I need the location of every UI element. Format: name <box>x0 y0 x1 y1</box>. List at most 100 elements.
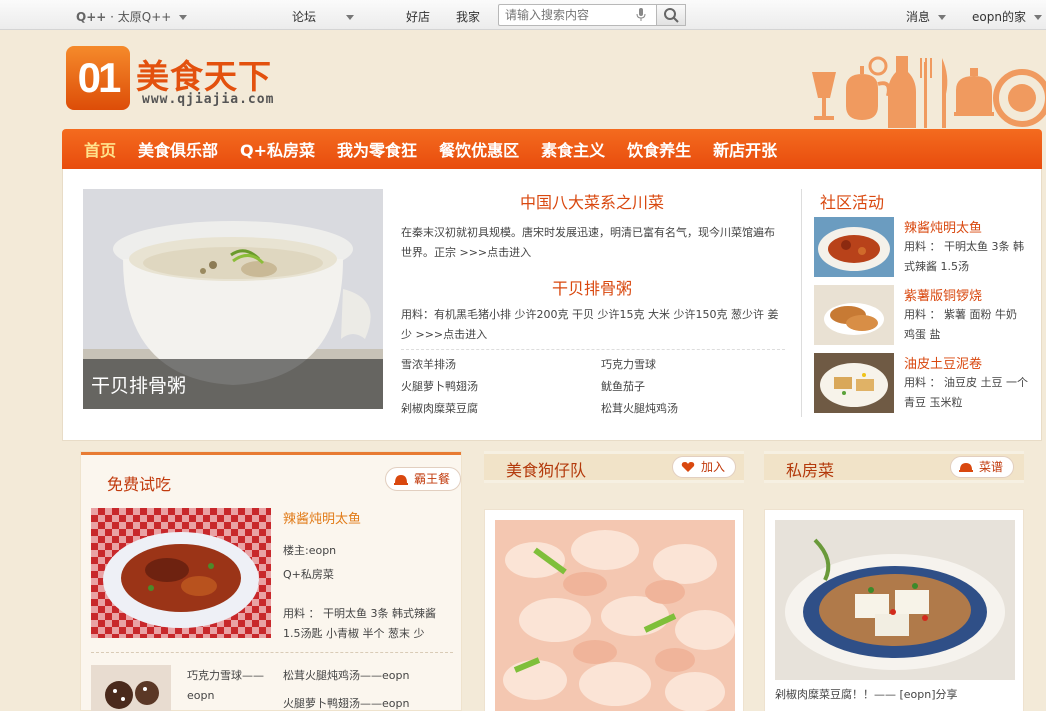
community-item[interactable]: 辣酱炖明太鱼 用料 ： 干明太鱼 3条 韩式辣酱 1.5汤 <box>814 217 1034 279</box>
user-home-menu[interactable]: eopn的家 <box>972 8 1042 25</box>
community-item-title[interactable]: 辣酱炖明太鱼 <box>904 217 982 236</box>
community-item-thumbnail[interactable] <box>814 353 894 413</box>
community-activities: 社区活动 辣酱炖明太鱼 用料 ： 干明太鱼 3条 韩式辣酱 1.5汤 紫薯版铜锣… <box>801 189 1033 417</box>
private-kitchen-photo[interactable] <box>775 520 1015 680</box>
top-nav-forum[interactable]: 论坛 <box>292 8 380 25</box>
bawangcan-button[interactable]: 霸王餐 <box>385 467 461 491</box>
search-input[interactable] <box>505 5 635 25</box>
nav-item-new-stores[interactable]: 新店开张 <box>713 137 777 161</box>
tofu-dish-photo <box>775 520 1015 680</box>
top-nav-forum-label: 论坛 <box>292 10 317 24</box>
search-button[interactable] <box>656 4 686 26</box>
city-label: 太原Q++ <box>117 10 172 24</box>
free-trial-list: 巧克力雪球—— eopn 松茸火腿炖鸡汤——eopn 火腿萝卜鸭翅汤——eopn <box>91 652 453 711</box>
join-button[interactable]: 加入 <box>672 456 737 478</box>
search-box <box>498 4 686 26</box>
private-kitchen-header: 私房菜 菜谱 <box>764 451 1024 483</box>
top-nav-shops[interactable]: 好店 <box>406 8 430 25</box>
fish-stew-photo <box>91 508 271 638</box>
site-logo-title[interactable]: 美食天下 <box>136 50 272 98</box>
feature-title-2[interactable]: 干贝排骨粥 <box>401 275 783 299</box>
feature-link[interactable]: 火腿萝卜鸭翅汤 <box>401 378 601 396</box>
community-item-desc: 用料 ： 干明太鱼 3条 韩式辣酱 1.5汤 <box>904 240 1024 273</box>
feature-text-2: 用料：有机黑毛猪小排 少许200克 干贝 少许15克 大米 少许150克 葱少许… <box>401 305 783 345</box>
foodie-section: 美食狗仔队 加入 <box>484 451 744 711</box>
user-home-label: eopn的家 <box>972 10 1026 24</box>
feature-link[interactable]: 松茸火腿炖鸡汤 <box>601 400 785 418</box>
community-item-thumbnail[interactable] <box>814 285 894 345</box>
free-trial-list-title[interactable]: 巧克力雪球—— <box>187 667 264 683</box>
chevron-down-icon <box>1033 15 1042 20</box>
foodie-card[interactable] <box>484 509 744 711</box>
shrimp-dish-photo <box>495 520 735 711</box>
foodie-photo[interactable] <box>495 520 735 711</box>
free-trial-item[interactable]: 辣酱炖明太鱼 楼主:eopn Q+私房菜 用料 ： 干明太鱼 3条 韩式辣酱 1… <box>91 508 453 640</box>
tofu-roll-photo <box>814 353 894 413</box>
top-bar: Q++ · 太原Q++ 论坛 好店 我家 游戏 消息 eopn的家 <box>0 0 1046 30</box>
feature-links: 雪浓羊排汤 巧克力雪球 火腿萝卜鸭翅汤 鱿鱼茄子 剁椒肉糜菜豆腐 松茸火腿炖鸡汤 <box>401 349 785 418</box>
private-kitchen-caption-user[interactable]: [eopn]分享 <box>900 688 958 701</box>
private-kitchen-caption: 剁椒肉糜菜豆腐！！—— [eopn]分享 <box>775 686 958 702</box>
messages-menu[interactable]: 消息 <box>906 8 946 25</box>
top-nav-home[interactable]: 我家 <box>456 8 480 25</box>
free-trial-photo[interactable] <box>91 508 271 638</box>
fish-dish-photo <box>814 217 894 277</box>
heart-icon <box>681 462 695 472</box>
community-item-title[interactable]: 紫薯版铜锣烧 <box>904 285 982 304</box>
dot-separator: · <box>110 10 118 24</box>
brand-label: Q++ <box>76 10 107 24</box>
free-trial-title: 免费试吃 <box>107 475 172 494</box>
private-kitchen-section: 私房菜 菜谱 剁椒肉糜菜豆腐！！—— [eopn]分享 <box>764 451 1024 711</box>
chocolate-snowball-thumbnail[interactable] <box>91 665 171 711</box>
dish-cover-icon <box>959 463 973 472</box>
free-trial-list-user[interactable]: eopn <box>187 689 214 702</box>
city-selector[interactable]: Q++ · 太原Q++ <box>76 8 188 25</box>
feature-article: 中国八大菜系之川菜 在秦末汉初就初具规模。唐宋时发展迅速，明清已富有名气，现今川… <box>401 189 783 345</box>
private-kitchen-title: 私房菜 <box>786 461 835 480</box>
free-trial-item-title[interactable]: 辣酱炖明太鱼 <box>283 508 361 527</box>
free-trial-list-title[interactable]: 松茸火腿炖鸡汤——eopn <box>283 667 409 683</box>
featured-panel: 干贝排骨粥 中国八大菜系之川菜 在秦末汉初就初具规模。唐宋时发展迅速，明清已富有… <box>62 169 1042 441</box>
nav-item-dining-deals[interactable]: 餐饮优惠区 <box>439 137 519 161</box>
feature-link[interactable]: 雪浓羊排汤 <box>401 356 601 374</box>
feature-link[interactable]: 鱿鱼茄子 <box>601 378 785 396</box>
site-logo-badge[interactable]: 01 <box>66 46 130 110</box>
nav-item-home[interactable]: 首页 <box>84 137 116 161</box>
nav-item-private-kitchen[interactable]: Q+私房菜 <box>240 137 315 161</box>
chevron-down-icon <box>346 15 355 20</box>
community-title: 社区活动 <box>820 193 885 212</box>
community-item[interactable]: 油皮土豆泥卷 用料 ： 油豆皮 土豆 一个 青豆 玉米粒 <box>814 353 1034 415</box>
private-kitchen-card[interactable]: 剁椒肉糜菜豆腐！！—— [eopn]分享 <box>764 509 1024 711</box>
foodie-header: 美食狗仔队 加入 <box>484 451 744 483</box>
nav-item-health[interactable]: 饮食养生 <box>627 137 691 161</box>
nav-item-snacks[interactable]: 我为零食狂 <box>337 137 417 161</box>
nav-item-vegetarian[interactable]: 素食主义 <box>541 137 605 161</box>
free-trial-header: 免费试吃 霸王餐 <box>81 452 461 504</box>
featured-slider[interactable]: 干贝排骨粥 <box>83 189 383 409</box>
feature-more-link[interactable]: >>>点击进入 <box>460 246 532 259</box>
slider-caption: 干贝排骨粥 <box>83 359 383 409</box>
free-trial-list-title[interactable]: 火腿萝卜鸭翅汤——eopn <box>283 695 409 711</box>
feature-link[interactable]: 剁椒肉糜菜豆腐 <box>401 400 601 418</box>
recipes-label: 菜谱 <box>979 460 1004 474</box>
feature-body: 在秦末汉初就初具规模。唐宋时发展迅速，明清已富有名气，现今川菜馆遍布世界。正宗 <box>401 226 775 259</box>
feature-link[interactable]: 巧克力雪球 <box>601 356 785 374</box>
dish-cover-icon <box>394 475 408 485</box>
search-icon <box>664 8 679 23</box>
tableware-decoration <box>812 56 1046 128</box>
private-kitchen-caption-text[interactable]: 剁椒肉糜菜豆腐！！—— <box>775 688 896 701</box>
community-item-desc: 用料 ： 紫薯 面粉 牛奶 鸡蛋 盐 <box>904 308 1017 341</box>
community-item-thumbnail[interactable] <box>814 217 894 277</box>
free-trial-category[interactable]: Q+私房菜 <box>283 566 334 582</box>
messages-label: 消息 <box>906 10 931 24</box>
nav-item-food-club[interactable]: 美食俱乐部 <box>138 137 218 161</box>
dorayaki-photo <box>814 285 894 345</box>
slider-caption-text: 干贝排骨粥 <box>91 375 187 397</box>
community-item-title[interactable]: 油皮土豆泥卷 <box>904 353 982 372</box>
feature-title[interactable]: 中国八大菜系之川菜 <box>401 189 783 213</box>
feature-more-link-2[interactable]: >>>点击进入 <box>416 328 488 341</box>
free-trial-owner[interactable]: 楼主:eopn <box>283 542 336 558</box>
microphone-icon[interactable] <box>636 8 646 22</box>
community-item[interactable]: 紫薯版铜锣烧 用料 ： 紫薯 面粉 牛奶 鸡蛋 盐 <box>814 285 1034 347</box>
recipes-button[interactable]: 菜谱 <box>950 456 1015 478</box>
